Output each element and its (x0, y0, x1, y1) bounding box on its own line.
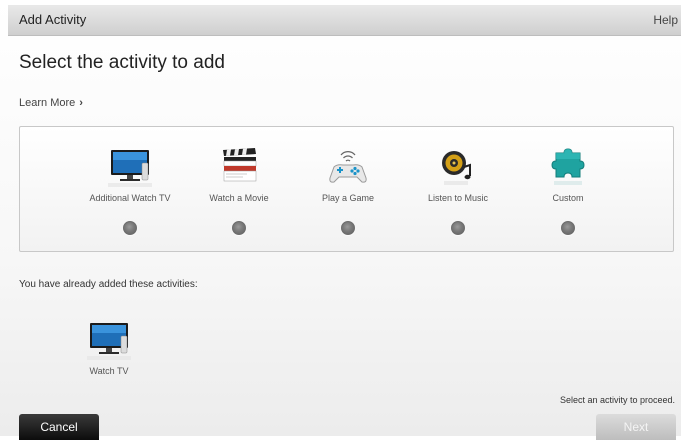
activity-radio[interactable] (232, 221, 246, 235)
window-title: Add Activity (19, 12, 87, 27)
activity-option-watch-a-movie[interactable]: Watch a Movie (184, 145, 294, 245)
added-activity-label: Watch TV (89, 366, 129, 376)
add-activity-page: Add Activity Help Select the activity to… (0, 0, 681, 440)
help-link[interactable]: Help (653, 13, 678, 27)
activity-option-custom[interactable]: Custom (513, 145, 623, 245)
activity-selection-panel: Additional Watch TV Watch a Movie Play a… (19, 126, 674, 252)
next-button[interactable]: Next (596, 414, 676, 440)
activity-label: Play a Game (321, 193, 375, 203)
tv-icon (108, 145, 152, 189)
title-bar: Add Activity Help (8, 5, 681, 36)
activity-label: Watch a Movie (209, 193, 269, 203)
gamepad-icon (326, 145, 370, 189)
activity-option-listen-to-music[interactable]: Listen to Music (403, 145, 513, 245)
activity-radio[interactable] (451, 221, 465, 235)
status-message: Select an activity to proceed. (559, 395, 675, 405)
tv-icon (87, 318, 131, 362)
activity-label: Custom (552, 193, 584, 203)
added-activity-watch-tv: Watch TV (79, 318, 139, 376)
activity-option-play-a-game[interactable]: Play a Game (293, 145, 403, 245)
activity-option-additional-watch-tv[interactable]: Additional Watch TV (75, 145, 185, 245)
activity-label: Listen to Music (427, 193, 489, 203)
learn-more-label: Learn More (19, 97, 76, 109)
puzzle-piece-icon (546, 145, 590, 189)
activity-radio[interactable] (561, 221, 575, 235)
added-activities-label: You have already added these activities: (19, 279, 198, 290)
clapperboard-icon (217, 145, 261, 189)
activity-radio[interactable] (123, 221, 137, 235)
page-title: Select the activity to add (19, 52, 225, 73)
cancel-button[interactable]: Cancel (19, 414, 99, 440)
chevron-right-icon: › (79, 97, 83, 109)
music-speaker-icon (436, 145, 480, 189)
learn-more-link[interactable]: Learn More › (19, 97, 83, 109)
activity-radio[interactable] (341, 221, 355, 235)
activity-label: Additional Watch TV (89, 193, 171, 203)
